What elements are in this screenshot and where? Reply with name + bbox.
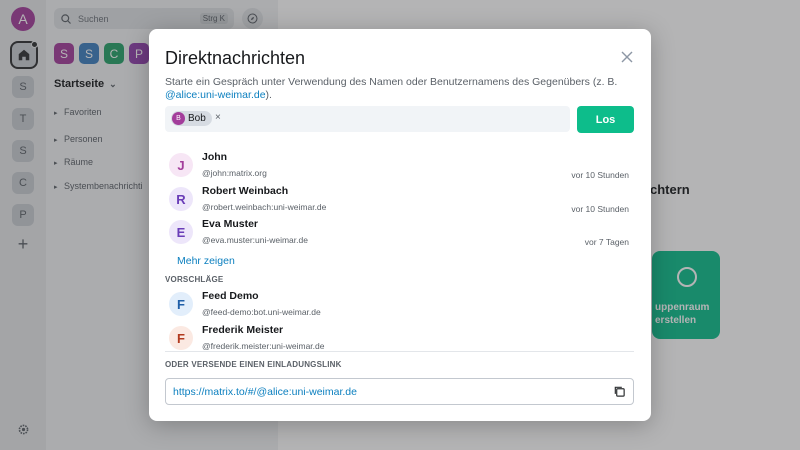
result-name: Frederik Meister [202, 324, 284, 336]
show-more-link[interactable]: Mehr zeigen [177, 255, 235, 267]
recent-dm-result[interactable]: E Eva Muster @eva.muster:uni-weimar.de v… [169, 218, 634, 250]
dialog-description: Starte ein Gespräch unter Verwendung des… [165, 76, 618, 101]
avatar: F [169, 326, 193, 350]
result-name: Feed Demo [202, 290, 259, 302]
avatar: J [169, 153, 193, 177]
avatar: E [169, 220, 193, 244]
user-picker-input[interactable]: B Bob × [165, 106, 570, 132]
result-user-id: @eva.muster:uni-weimar.de [202, 235, 308, 245]
result-name: Eva Muster [202, 218, 259, 230]
invite-link[interactable]: https://matrix.to/#/@alice:uni-weimar.de [173, 386, 357, 398]
close-icon[interactable] [620, 50, 634, 64]
avatar: B [172, 112, 185, 125]
remove-pill-close-icon[interactable]: × [215, 112, 221, 124]
divider [165, 351, 634, 352]
recent-dm-result[interactable]: R Robert Weinbach @robert.weinbach:uni-w… [169, 185, 634, 217]
pill-name: Bob [188, 113, 206, 124]
dialog-title: Direktnachrichten [165, 48, 306, 68]
invite-link-box: https://matrix.to/#/@alice:uni-weimar.de [165, 378, 634, 405]
result-user-id: @frederik.meister:uni-weimar.de [202, 341, 325, 351]
avatar: R [169, 187, 193, 211]
example-user-link[interactable]: @alice:uni-weimar.de [165, 89, 266, 101]
suggestions-heading: VORSCHLÄGE [165, 275, 224, 284]
copy-icon[interactable] [613, 385, 626, 398]
avatar: F [169, 292, 193, 316]
result-user-id: @robert.weinbach:uni-weimar.de [202, 202, 327, 212]
result-timestamp: vor 10 Stunden [571, 204, 629, 214]
result-timestamp: vor 10 Stunden [571, 170, 629, 180]
invite-link-heading: ODER VERSENDE EINEN EINLADUNGSLINK [165, 360, 342, 369]
result-timestamp: vor 7 Tagen [584, 237, 629, 247]
result-user-id: @john:matrix.org [202, 168, 267, 178]
result-name: John [202, 151, 228, 163]
result-user-id: @feed-demo:bot.uni-weimar.de [202, 307, 321, 317]
result-name: Robert Weinbach [202, 185, 289, 197]
recent-dm-result[interactable]: J John @john:matrix.org vor 10 Stunden [169, 151, 634, 183]
go-button[interactable]: Los [577, 106, 634, 133]
suggestion-result[interactable]: F Feed Demo @feed-demo:bot.uni-weimar.de [169, 290, 634, 322]
direct-messages-dialog: Direktnachrichten Starte ein Gespräch un… [149, 29, 651, 421]
selected-user-pill: B Bob [171, 111, 212, 126]
